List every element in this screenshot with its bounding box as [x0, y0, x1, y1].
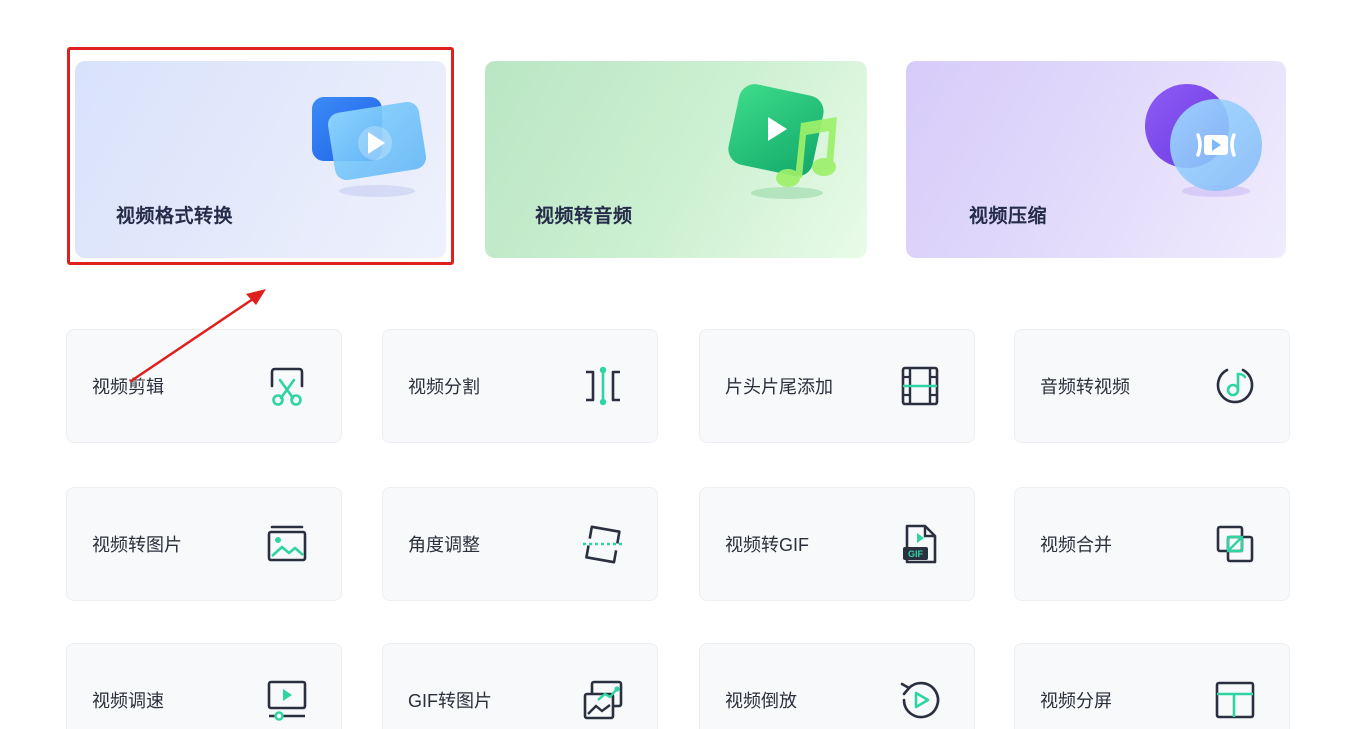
- tool-card-gif-to-image[interactable]: GIF转图片: [382, 643, 658, 729]
- tool-card-split-screen[interactable]: 视频分屏: [1014, 643, 1290, 729]
- tool-card-video-split[interactable]: 视频分割: [382, 329, 658, 443]
- speed-screen-icon: [267, 680, 307, 721]
- reverse-play-icon: [900, 681, 940, 719]
- tools-page: 视频格式转换 视频转音频 视频压缩 视频剪辑 视频分割 片头片尾添加 音频转视频…: [0, 0, 1346, 729]
- gif-file-icon: GIF: [903, 524, 937, 564]
- music-note-circle-icon: [1216, 368, 1254, 404]
- scissors-screen-icon: [270, 367, 304, 406]
- tool-label: 视频倒放: [725, 691, 797, 711]
- tool-card-video-edit[interactable]: 视频剪辑: [66, 329, 342, 443]
- image-icon: [267, 525, 307, 562]
- svg-text:GIF: GIF: [908, 549, 924, 559]
- split-screen-icon: [1215, 681, 1255, 719]
- compress-circle-icon: [1145, 84, 1262, 197]
- tool-card-video-speed[interactable]: 视频调速: [66, 643, 342, 729]
- tool-card-video-to-image[interactable]: 视频转图片: [66, 487, 342, 601]
- feature-title: 视频压缩: [969, 206, 1048, 227]
- feature-title: 视频转音频: [535, 206, 633, 227]
- tool-label: 视频转GIF: [725, 535, 809, 555]
- feature-title: 视频格式转换: [116, 206, 234, 227]
- tool-label: 视频剪辑: [92, 377, 164, 397]
- video-convert-icon: [312, 97, 427, 197]
- tool-label: 音频转视频: [1040, 377, 1130, 397]
- video-music-icon: [728, 84, 837, 199]
- rotate-frame-icon: [583, 525, 623, 564]
- tool-label: 视频转图片: [92, 535, 182, 555]
- tool-label: 视频分屏: [1040, 691, 1112, 711]
- tool-card-video-merge[interactable]: 视频合并: [1014, 487, 1290, 601]
- feature-card-format-convert[interactable]: 视频格式转换: [75, 61, 446, 258]
- tool-label: 视频分割: [408, 377, 480, 397]
- tool-label: 视频合并: [1040, 535, 1112, 555]
- tool-card-angle-adjust[interactable]: 角度调整: [382, 487, 658, 601]
- split-icon: [586, 366, 620, 406]
- gif-image-icon: [583, 680, 623, 720]
- film-strip-icon: [901, 366, 939, 406]
- tool-card-video-reverse[interactable]: 视频倒放: [699, 643, 975, 729]
- feature-card-video-to-audio[interactable]: 视频转音频: [485, 61, 867, 258]
- tool-label: 视频调速: [92, 691, 164, 711]
- tool-card-video-to-gif[interactable]: 视频转GIF GIF: [699, 487, 975, 601]
- tool-card-intro-outro[interactable]: 片头片尾添加: [699, 329, 975, 443]
- tool-card-audio-to-video[interactable]: 音频转视频: [1014, 329, 1290, 443]
- merge-squares-icon: [1216, 525, 1254, 563]
- tool-label: GIF转图片: [408, 691, 492, 711]
- tool-label: 片头片尾添加: [725, 377, 833, 397]
- tool-label: 角度调整: [408, 535, 480, 555]
- feature-card-compress[interactable]: 视频压缩: [906, 61, 1286, 258]
